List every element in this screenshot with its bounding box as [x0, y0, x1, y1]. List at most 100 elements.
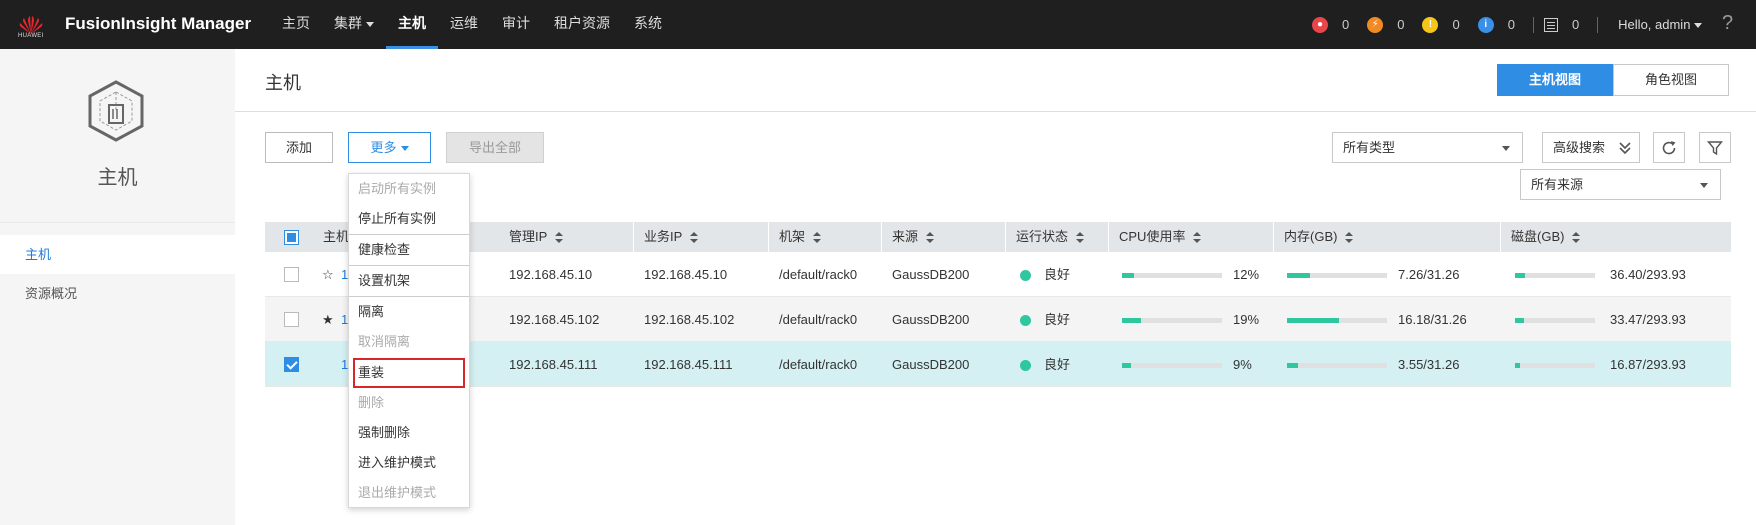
sort-icon	[1572, 232, 1581, 244]
cpu-usage-value: 9%	[1233, 357, 1252, 372]
table-row[interactable]: ★ 1 192.168.45.102 192.168.45.102/default/r…	[265, 297, 1731, 342]
rack-cell: /default/rack0	[779, 357, 858, 372]
favorite-star-icon[interactable]: ☆	[322, 252, 334, 297]
nav-home[interactable]: 主页	[270, 0, 322, 49]
column-header-mgmt-ip[interactable]: 管理IP	[499, 222, 634, 252]
rack-cell: /default/rack0	[779, 312, 858, 327]
double-chevron-down-icon	[1619, 142, 1631, 155]
table-header: 主机 管理IP 业务IP 机架 来源 运行状态 CPU使用率 内存(GB) 磁盘…	[265, 222, 1731, 252]
info-alarm-icon: i	[1477, 16, 1494, 33]
column-header-cpu[interactable]: CPU使用率	[1109, 222, 1274, 252]
sort-icon	[555, 232, 564, 244]
biz-ip-cell: 192.168.45.102	[644, 312, 735, 327]
nav-host[interactable]: 主机	[386, 0, 438, 49]
disk-usage-bar	[1515, 318, 1595, 323]
row-checkbox[interactable]	[284, 267, 299, 282]
biz-ip-cell: 192.168.45.10	[644, 267, 728, 282]
add-button[interactable]: 添加	[265, 132, 333, 163]
nav-ops[interactable]: 运维	[438, 0, 490, 49]
status-cell: 良好	[1020, 252, 1070, 297]
memory-usage-bar	[1287, 363, 1387, 368]
disk-usage-value: 36.40/293.93	[1610, 267, 1686, 282]
chevron-down-icon	[400, 146, 409, 152]
table-row[interactable]: 1 192.168.45.111 192.168.45.111/default/ra…	[265, 342, 1731, 387]
refresh-button[interactable]	[1653, 132, 1685, 163]
role-view-button[interactable]: 角色视图	[1613, 64, 1729, 96]
select-all-checkbox[interactable]	[284, 230, 299, 245]
divider	[235, 111, 1756, 112]
alarm-minor[interactable]: ! 0	[1422, 16, 1460, 33]
task-summary[interactable]: 0	[1543, 17, 1579, 32]
sidebar-header: 主机	[0, 49, 235, 223]
funnel-icon	[1707, 140, 1723, 155]
menu-item-set-rack[interactable]: 设置机架	[349, 266, 469, 296]
sidebar-item-hosts[interactable]: 主机	[0, 235, 235, 274]
menu-item-start-all-instances: 启动所有实例	[358, 181, 437, 196]
status-cell: 良好	[1020, 342, 1070, 387]
menu-item-health-check[interactable]: 健康检查	[349, 235, 469, 265]
sidebar-item-resource-overview[interactable]: 资源概况	[0, 274, 235, 313]
memory-usage-fill	[1287, 318, 1339, 323]
more-actions-menu: 启动所有实例 停止所有实例 健康检查 设置机架 隔离 取消隔离 重装 删除 强制…	[348, 173, 470, 508]
source-filter-select[interactable]: 所有来源	[1520, 169, 1721, 200]
advanced-search-button[interactable]: 高级搜索	[1542, 132, 1640, 163]
menu-item-reinstall[interactable]: 重装	[353, 358, 465, 388]
biz-ip-cell: 192.168.45.111	[644, 357, 733, 372]
menu-item-force-delete[interactable]: 强制删除	[349, 418, 469, 448]
alarm-info[interactable]: i 0	[1477, 16, 1515, 33]
rack-cell: /default/rack0	[779, 267, 858, 282]
nav-system[interactable]: 系统	[622, 0, 674, 49]
alarm-major[interactable]: ⚡ 0	[1367, 16, 1404, 33]
sort-icon	[690, 232, 699, 244]
sidebar-title: 主机	[97, 167, 138, 189]
alarm-critical[interactable]: ● 0	[1312, 16, 1349, 33]
favorite-star-icon[interactable]: ★	[322, 297, 334, 342]
help-icon[interactable]: ?	[1722, 12, 1733, 35]
menu-item-isolate[interactable]: 隔离	[349, 297, 469, 327]
host-cube-icon	[88, 80, 144, 142]
memory-usage-bar	[1287, 273, 1387, 278]
type-filter-select[interactable]: 所有类型	[1332, 132, 1523, 163]
main-nav: 主页 集群 主机 运维 审计 租户资源 系统	[270, 0, 674, 49]
page-title: 主机	[265, 73, 301, 93]
mgmt-ip-cell: 192.168.45.111	[509, 357, 598, 372]
menu-item-enter-maintenance[interactable]: 进入维护模式	[349, 448, 469, 478]
top-bar: HUAWEI FusionInsight Manager 主页 集群 主机 运维…	[0, 0, 1756, 49]
more-button[interactable]: 更多	[348, 132, 431, 163]
column-header-disk[interactable]: 磁盘(GB)	[1501, 222, 1731, 252]
host-view-button[interactable]: 主机视图	[1497, 64, 1613, 96]
column-header-status[interactable]: 运行状态	[1006, 222, 1109, 252]
menu-item-stop-all-instances[interactable]: 停止所有实例	[349, 204, 469, 234]
column-header-rack[interactable]: 机架	[769, 222, 882, 252]
column-header-biz-ip[interactable]: 业务IP	[634, 222, 769, 252]
alarm-summary: ● 0 ⚡ 0 ! 0 i 0 0 Hello, admin	[1312, 0, 1703, 49]
minor-alarm-icon: !	[1422, 16, 1439, 33]
cpu-usage-fill	[1122, 318, 1141, 323]
status-good-icon	[1020, 315, 1031, 327]
sort-icon	[813, 232, 822, 244]
menu-item-exit-maintenance: 退出维护模式	[358, 485, 437, 500]
status-good-icon	[1020, 360, 1031, 372]
memory-usage-value: 16.18/31.26	[1398, 312, 1467, 327]
chevron-down-icon	[1700, 183, 1708, 188]
cpu-usage-fill	[1122, 273, 1134, 278]
nav-cluster[interactable]: 集群	[322, 0, 386, 49]
cpu-usage-bar	[1122, 318, 1222, 323]
memory-usage-value: 3.55/31.26	[1398, 357, 1460, 372]
nav-audit[interactable]: 审计	[490, 0, 542, 49]
row-checkbox[interactable]	[284, 312, 299, 327]
column-header-source[interactable]: 来源	[882, 222, 1006, 252]
export-all-button[interactable]: 导出全部	[446, 132, 544, 163]
task-list-icon	[1543, 17, 1558, 32]
chevron-down-icon	[366, 21, 374, 27]
mgmt-ip-cell: 192.168.45.10	[509, 267, 593, 282]
filter-button[interactable]	[1699, 132, 1731, 163]
nav-tenant[interactable]: 租户资源	[542, 0, 622, 49]
sort-icon	[1076, 232, 1085, 244]
column-header-memory[interactable]: 内存(GB)	[1274, 222, 1501, 252]
user-menu[interactable]: Hello, admin	[1618, 17, 1703, 32]
sidebar: 主机 主机 资源概况	[0, 49, 235, 525]
sort-icon	[1193, 232, 1202, 244]
table-row[interactable]: ☆ 1 192.168.45.10 192.168.45.10/default/rac…	[265, 252, 1731, 297]
row-checkbox[interactable]	[284, 357, 299, 372]
